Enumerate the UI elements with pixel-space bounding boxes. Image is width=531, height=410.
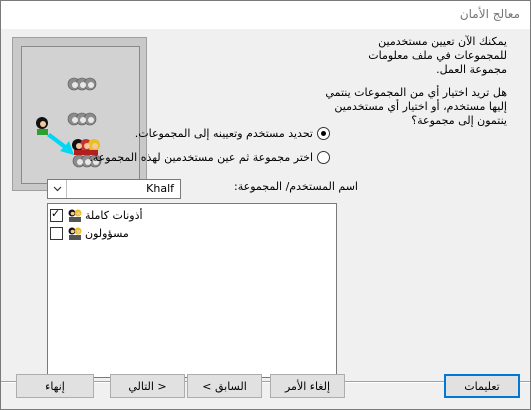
group-checkbox[interactable]	[50, 226, 63, 240]
question-text: هل تريد اختيار أي من المجموعات ينتمي إلي…	[325, 86, 507, 127]
list-item[interactable]: مسؤولون	[50, 224, 129, 242]
back-button[interactable]: < السابق	[187, 374, 262, 398]
intro-text: يمكنك الآن تعيين مستخدمين للمجموعات في م…	[368, 35, 507, 76]
user-group-label: اسم المستخدم/ المجموعة:	[234, 180, 358, 193]
window-title: معالج الأمان	[459, 7, 520, 21]
cancel-button[interactable]: إلغاء الأمر	[270, 374, 345, 398]
next-button[interactable]: التالي >	[110, 374, 185, 398]
group-people-icon	[68, 209, 82, 222]
finish-button[interactable]: إنهاء	[16, 374, 94, 398]
radio-select-group[interactable]	[317, 151, 330, 164]
radio-select-user[interactable]	[317, 127, 330, 140]
wizard-body: يمكنك الآن تعيين مستخدمين للمجموعات في م…	[1, 29, 530, 409]
groups-checklist[interactable]: أذونات كاملة مسؤولون	[47, 203, 337, 378]
security-wizard-window: معالج الأمان يمكنك الآن تعيين مستخدمين ل…	[0, 0, 531, 410]
group-checkbox[interactable]	[50, 207, 63, 222]
option-select-group-label: اختر مجموعة ثم عين مستخدمين لهذه المجموع…	[89, 151, 313, 164]
illustration-panel	[12, 37, 147, 191]
group-label: أذونات كاملة	[85, 208, 143, 222]
option-select-group[interactable]: اختر مجموعة ثم عين مستخدمين لهذه المجموع…	[89, 151, 330, 164]
option-select-user[interactable]: تحديد مستخدم وتعيينه إلى المجموعات.	[135, 127, 330, 140]
help-button[interactable]: تعليمات	[444, 374, 520, 398]
list-item[interactable]: أذونات كاملة	[50, 206, 143, 224]
chevron-down-icon	[53, 186, 61, 192]
dropdown-button[interactable]	[48, 180, 67, 198]
user-group-value: Khalf	[146, 182, 174, 195]
user-group-combobox[interactable]: Khalf	[47, 179, 181, 199]
option-select-user-label: تحديد مستخدم وتعيينه إلى المجموعات.	[134, 127, 313, 140]
group-label: مسؤولون	[85, 226, 129, 240]
group-people-icon	[68, 227, 82, 240]
title-bar: معالج الأمان	[1, 1, 530, 29]
